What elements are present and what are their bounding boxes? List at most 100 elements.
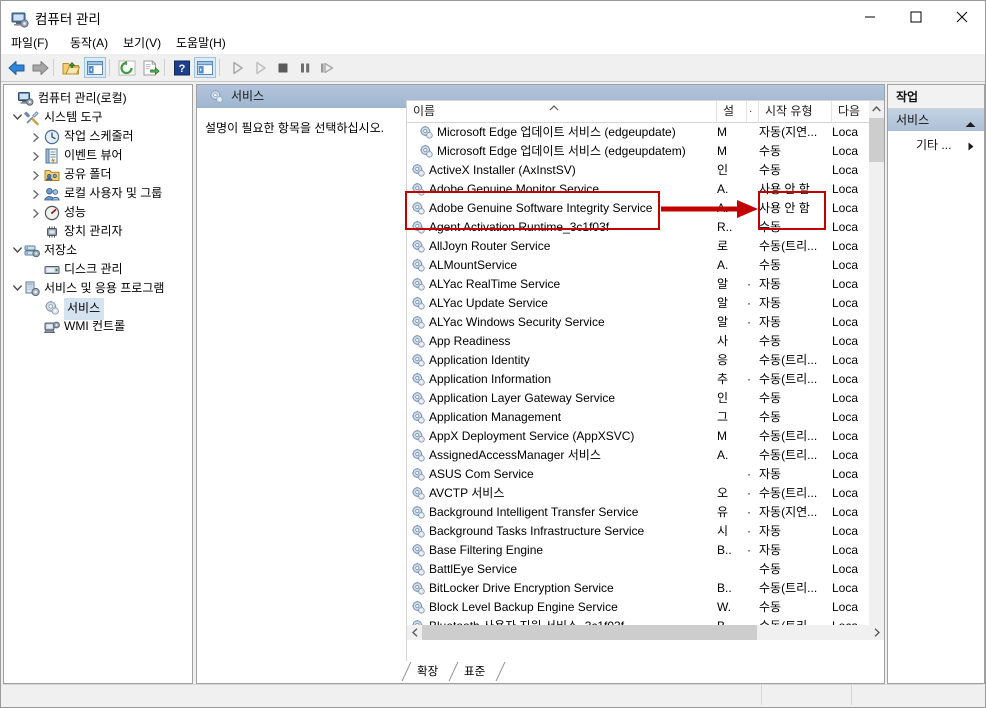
- table-row[interactable]: ActiveX Installer (AxInstSV) 인 수동 Loca: [407, 161, 869, 180]
- chevron-right-icon[interactable]: [31, 184, 43, 203]
- forward-icon[interactable]: [29, 57, 51, 78]
- maximize-button[interactable]: [893, 1, 939, 33]
- table-row[interactable]: Adobe Genuine Software Integrity Service…: [407, 199, 869, 218]
- table-row[interactable]: Application Information 추 · 수동(트리... Loca: [407, 370, 869, 389]
- service-description-cell: 응: [717, 353, 729, 367]
- table-row[interactable]: Base Filtering Engine B.. · 자동 Loca: [407, 541, 869, 560]
- export-list-icon[interactable]: [140, 57, 162, 78]
- table-row[interactable]: ALYac Windows Security Service 알 · 자동 Loca: [407, 313, 869, 332]
- service-description-cell: A.: [717, 182, 729, 196]
- table-row[interactable]: BattlEye Service 수동 Loca: [407, 560, 869, 579]
- service-logon-as-cell: Loca: [832, 600, 859, 614]
- column-header-status[interactable]: ·: [747, 101, 759, 122]
- close-button[interactable]: [939, 1, 985, 33]
- back-icon[interactable]: [6, 57, 28, 78]
- performance-icon: [44, 205, 60, 221]
- up-folder-icon[interactable]: [60, 57, 82, 78]
- table-row[interactable]: Background Intelligent Transfer Service 유…: [407, 503, 869, 522]
- scroll-right-arrow[interactable]: [869, 625, 884, 640]
- toolbar: ?: [1, 54, 985, 82]
- column-header-logon-as[interactable]: 다음: [832, 101, 869, 122]
- menu-file[interactable]: 파일(F): [5, 35, 54, 52]
- table-row[interactable]: ALYac Update Service 알 · 자동 Loca: [407, 294, 869, 313]
- table-row[interactable]: AVCTP 서비스 오 · 수동(트리... Loca: [407, 484, 869, 503]
- tab-extended[interactable]: 확장: [406, 663, 447, 682]
- services-list: 이름 설 · 시작 유형 다음 Microsoft Edge 업데이트 서비스 …: [406, 100, 884, 662]
- column-header-startup-type[interactable]: 시작 유형: [759, 101, 832, 122]
- stop-service-icon[interactable]: [272, 57, 294, 78]
- service-logon-as-cell: Loca: [832, 505, 859, 519]
- hscroll-thumb[interactable]: [422, 625, 757, 640]
- chevron-right-icon[interactable]: [31, 127, 43, 146]
- table-row[interactable]: Agent Activation Runtime_3c1f03f R.. 수동 Loc…: [407, 218, 869, 237]
- actions-section-label: 서비스: [896, 113, 930, 127]
- services-gear-icon: [209, 89, 224, 104]
- show-action-pane-icon[interactable]: [194, 57, 216, 78]
- service-gear-icon: [411, 448, 426, 463]
- table-row[interactable]: Microsoft Edge 업데이트 서비스 (edgeupdatem) M 수동…: [407, 142, 869, 161]
- toolbar-separator-3: [164, 59, 165, 76]
- table-row[interactable]: ALMountService A. 수동 Loca: [407, 256, 869, 275]
- service-startup-type-cell: 수동(트리...: [759, 372, 818, 386]
- menu-view[interactable]: 보기(V): [117, 35, 167, 52]
- table-row[interactable]: AssignedAccessManager 서비스 A. 수동(트리... Loca: [407, 446, 869, 465]
- menu-help[interactable]: 도움말(H): [170, 35, 232, 52]
- chevron-right-icon[interactable]: [31, 165, 43, 184]
- service-logon-as-cell: Loca: [832, 543, 859, 557]
- service-description-cell: M: [717, 144, 727, 158]
- disk-management-icon: [44, 262, 60, 278]
- restart-service-icon[interactable]: [316, 57, 338, 78]
- column-header-description[interactable]: 설: [717, 101, 747, 122]
- service-description-cell: 그: [717, 410, 729, 424]
- scroll-thumb[interactable]: [869, 118, 884, 162]
- start-service-icon[interactable]: [227, 57, 249, 78]
- action-item-more[interactable]: 기타 ...: [888, 133, 984, 155]
- table-row[interactable]: ASUS Com Service · 자동 Loca: [407, 465, 869, 484]
- table-row[interactable]: App Readiness 사 수동 Loca: [407, 332, 869, 351]
- table-row[interactable]: Microsoft Edge 업데이트 서비스 (edgeupdate) M 자동(…: [407, 123, 869, 142]
- chevron-down-icon[interactable]: [11, 279, 23, 298]
- resume-service-icon[interactable]: [250, 57, 272, 78]
- chevron-right-icon[interactable]: [31, 146, 43, 165]
- chevron-down-icon[interactable]: [11, 241, 23, 260]
- chevron-down-icon[interactable]: [11, 108, 23, 127]
- table-row[interactable]: AllJoyn Router Service 로 수동(트리... Loca: [407, 237, 869, 256]
- table-row[interactable]: Background Tasks Infrastructure Service 시…: [407, 522, 869, 541]
- table-row[interactable]: ALYac RealTime Service 알 · 자동 Loca: [407, 275, 869, 294]
- pause-service-icon[interactable]: [294, 57, 316, 78]
- actions-section-services[interactable]: 서비스: [888, 109, 984, 131]
- console-tree-pane: 컴퓨터 관리(로컬) 시스템 도구 작업 스케줄러 이벤트 뷰어 공유 폴더 로컬 사용…: [3, 84, 193, 684]
- table-row[interactable]: Adobe Genuine Monitor Service A. 사용 안 함 Loc…: [407, 180, 869, 199]
- list-vertical-scrollbar[interactable]: [869, 101, 884, 640]
- service-description-cell: A.: [717, 258, 729, 272]
- column-header-name[interactable]: 이름: [407, 101, 717, 122]
- service-name-cell: AllJoyn Router Service: [429, 239, 551, 253]
- service-gear-icon: [411, 353, 426, 368]
- list-horizontal-scrollbar[interactable]: [407, 625, 884, 640]
- table-row[interactable]: Application Management 그 수동 Loca: [407, 408, 869, 427]
- service-logon-as-cell: Loca: [832, 562, 859, 576]
- menu-action[interactable]: 동작(A): [64, 35, 114, 52]
- table-row[interactable]: Block Level Backup Engine Service W. 수동 Loc…: [407, 598, 869, 617]
- service-startup-type-cell: 수동(트리...: [759, 353, 818, 367]
- tab-standard[interactable]: 표준: [453, 663, 494, 682]
- service-gear-icon: [411, 372, 426, 387]
- scroll-left-arrow[interactable]: [407, 625, 422, 640]
- table-row[interactable]: Application Layer Gateway Service 인 수동 Loca: [407, 389, 869, 408]
- chevron-up-icon[interactable]: [965, 117, 976, 131]
- toolbar-separator-2: [109, 59, 110, 76]
- tree-item-label: WMI 컨트롤: [64, 319, 126, 333]
- show-hide-tree-icon[interactable]: [84, 57, 106, 78]
- table-row[interactable]: AppX Deployment Service (AppXSVC) M 수동(트리.…: [407, 427, 869, 446]
- chevron-right-icon[interactable]: [31, 203, 43, 222]
- table-row[interactable]: Application Identity 응 수동(트리... Loca: [407, 351, 869, 370]
- help-icon[interactable]: ?: [171, 57, 193, 78]
- refresh-icon[interactable]: [116, 57, 138, 78]
- service-logon-as-cell: Loca: [832, 277, 859, 291]
- minimize-button[interactable]: [847, 1, 893, 33]
- service-gear-icon: [411, 467, 426, 482]
- table-row[interactable]: BitLocker Drive Encryption Service B.. 수동(…: [407, 579, 869, 598]
- scroll-up-arrow[interactable]: [869, 101, 884, 116]
- status-cell-1: [761, 685, 852, 705]
- service-startup-type-cell: 수동(트리...: [759, 486, 818, 500]
